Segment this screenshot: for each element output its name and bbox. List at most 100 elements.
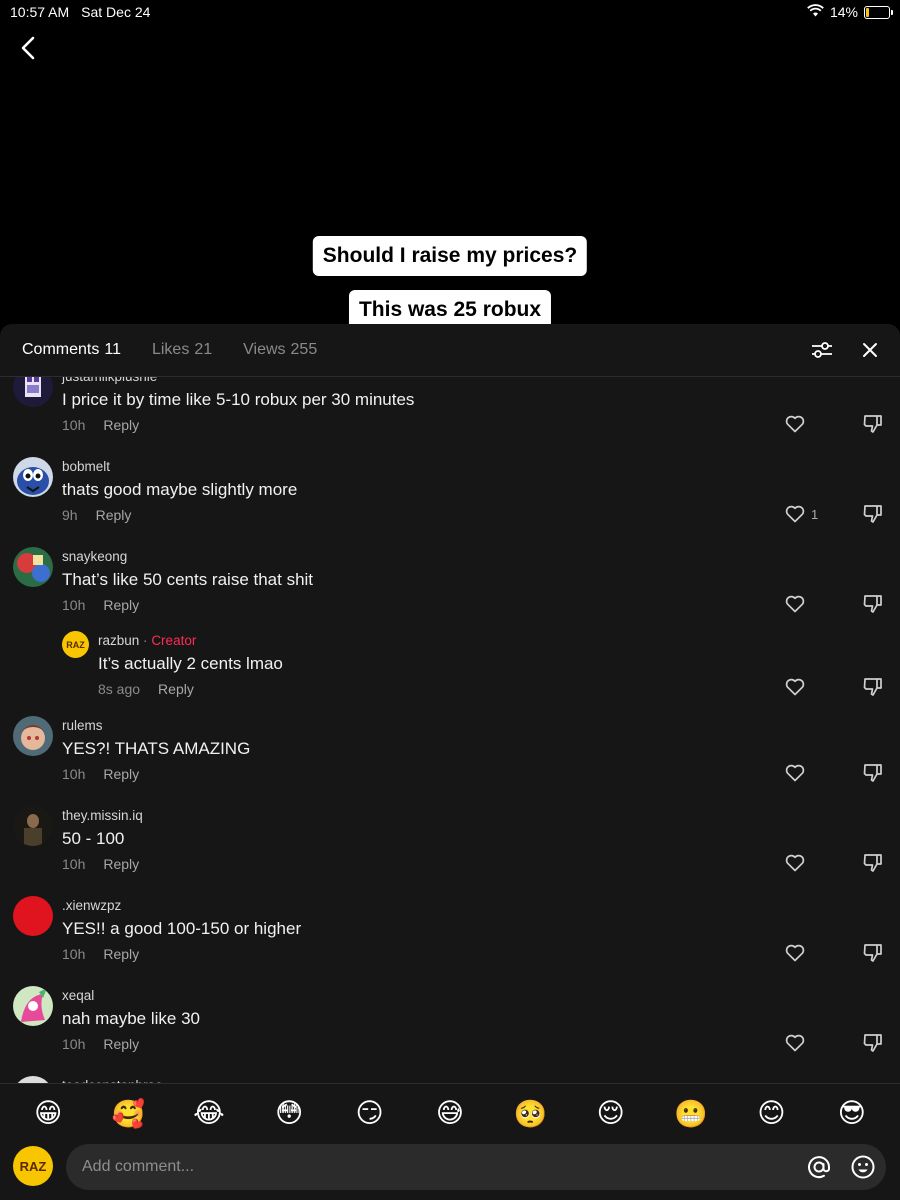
emoji-picker-button[interactable]: [850, 1154, 876, 1185]
avatar[interactable]: [13, 377, 53, 407]
comment-text: nah maybe like 30: [62, 1009, 200, 1028]
battery-icon: [864, 5, 893, 19]
emoji-button[interactable]: 😊: [751, 1098, 791, 1129]
comment-list[interactable]: justamilkplushie I price it by time like…: [0, 377, 900, 1083]
status-date: Sat Dec 24: [81, 4, 151, 20]
like-button[interactable]: [785, 595, 805, 613]
comment-input-row: RAZ: [0, 1144, 900, 1200]
heart-icon: [785, 1034, 805, 1052]
thumbs-down-icon: [863, 854, 882, 872]
dislike-button[interactable]: [862, 677, 884, 702]
emoji-button[interactable]: 😏: [350, 1098, 390, 1129]
comment-time: 10h: [62, 856, 86, 872]
my-avatar[interactable]: RAZ: [13, 1146, 53, 1186]
comment-text: 50 - 100: [62, 829, 125, 848]
emoji-button[interactable]: 🥰: [109, 1098, 149, 1130]
dislike-button[interactable]: [862, 763, 884, 788]
close-icon: [863, 343, 877, 357]
comment-username[interactable]: rulems: [62, 718, 103, 733]
avatar[interactable]: [13, 547, 53, 587]
comment-username[interactable]: bobmelt: [62, 459, 110, 474]
comment-username[interactable]: xeqal: [62, 988, 94, 1003]
avatar[interactable]: [13, 457, 53, 497]
heart-icon: [785, 595, 805, 613]
back-button[interactable]: [14, 34, 42, 62]
dislike-button[interactable]: [862, 943, 884, 968]
emoji-button[interactable]: 😁: [28, 1098, 68, 1129]
emoji-button[interactable]: 😎: [832, 1098, 872, 1129]
thumbs-down-icon: [863, 678, 882, 696]
reply-button[interactable]: Reply: [103, 856, 139, 872]
comment-username[interactable]: snaykeong: [62, 549, 127, 564]
comment-text: That’s like 50 cents raise that shit: [62, 570, 314, 589]
comment-username[interactable]: .xienwzpz: [62, 898, 121, 913]
avatar[interactable]: RAZ: [62, 631, 89, 658]
comment-time: 8s ago: [98, 681, 141, 697]
creator-badge: Creator: [151, 633, 197, 648]
emoji-button[interactable]: 😌: [591, 1098, 631, 1129]
like-button[interactable]: [785, 1034, 805, 1052]
thumbs-down-icon: [863, 415, 882, 433]
dislike-button[interactable]: [862, 1033, 884, 1058]
reply-button[interactable]: Reply: [103, 597, 139, 613]
avatar[interactable]: [13, 716, 53, 756]
tab-comments[interactable]: Comments 11: [22, 341, 121, 359]
dislike-button[interactable]: [862, 594, 884, 619]
like-button[interactable]: 1: [785, 505, 818, 523]
status-time: 10:57 AM: [10, 4, 70, 20]
comment-time: 9h: [62, 507, 78, 523]
comment-text: It’s actually 2 cents lmao: [98, 654, 283, 673]
heart-icon: [785, 764, 805, 782]
emoji-button[interactable]: 😬: [671, 1098, 711, 1130]
dislike-button[interactable]: [862, 414, 884, 439]
thumbs-down-icon: [863, 764, 882, 782]
comment-username[interactable]: justamilkplushie: [62, 377, 157, 384]
like-button[interactable]: [785, 415, 805, 433]
avatar[interactable]: [13, 806, 53, 846]
thumbs-down-icon: [863, 1034, 882, 1052]
svg-text:RAZ: RAZ: [66, 640, 85, 650]
tab-views[interactable]: Views 255: [243, 341, 317, 359]
battery-percent: 14%: [829, 4, 858, 20]
mention-button[interactable]: [806, 1154, 832, 1185]
avatar[interactable]: [13, 986, 53, 1026]
thumbs-down-icon: [863, 505, 882, 523]
like-button[interactable]: [785, 854, 805, 872]
wifi-icon: [807, 4, 824, 20]
comment-username[interactable]: razbun: [98, 633, 139, 648]
dislike-button[interactable]: [862, 504, 884, 529]
avatar[interactable]: [13, 896, 53, 936]
reply-button[interactable]: Reply: [103, 417, 139, 433]
emoji-bar: 😁 🥰 😂 😳 😏 😅 🥺 😌 😬 😊 😎: [0, 1083, 900, 1143]
filter-button[interactable]: [810, 338, 834, 362]
emoji-button[interactable]: 😳: [269, 1098, 309, 1129]
comment-input[interactable]: [66, 1144, 886, 1190]
comment-text: YES?! THATS AMAZING: [62, 739, 251, 758]
comment-username[interactable]: they.missin.iq: [62, 808, 143, 823]
emoji-button[interactable]: 😂: [189, 1098, 229, 1129]
dislike-button[interactable]: [862, 853, 884, 878]
chevron-left-icon: [21, 36, 35, 60]
emoji-button[interactable]: 😅: [430, 1098, 470, 1129]
reply-button[interactable]: Reply: [103, 1036, 139, 1052]
comment-text: YES!! a good 100-150 or higher: [62, 919, 302, 938]
comment-time: 10h: [62, 946, 86, 962]
like-count: 1: [811, 506, 819, 522]
thumbs-down-icon: [863, 595, 882, 613]
like-button[interactable]: [785, 678, 805, 696]
sliders-icon: [812, 342, 832, 358]
reply-button[interactable]: Reply: [103, 946, 139, 962]
video-caption-1: Should I raise my prices?: [312, 236, 588, 276]
reply-button[interactable]: Reply: [158, 681, 194, 697]
like-button[interactable]: [785, 764, 805, 782]
tab-likes[interactable]: Likes 21: [152, 341, 212, 359]
reply-button[interactable]: Reply: [96, 507, 132, 523]
smiley-icon: [851, 1155, 875, 1179]
close-button[interactable]: [858, 338, 882, 362]
emoji-button[interactable]: 🥺: [510, 1098, 550, 1130]
reply-button[interactable]: Reply: [103, 766, 139, 782]
like-button[interactable]: [785, 944, 805, 962]
avatar[interactable]: [13, 1076, 53, 1083]
at-sign-icon: [808, 1156, 830, 1179]
comment-time: 10h: [62, 597, 86, 613]
